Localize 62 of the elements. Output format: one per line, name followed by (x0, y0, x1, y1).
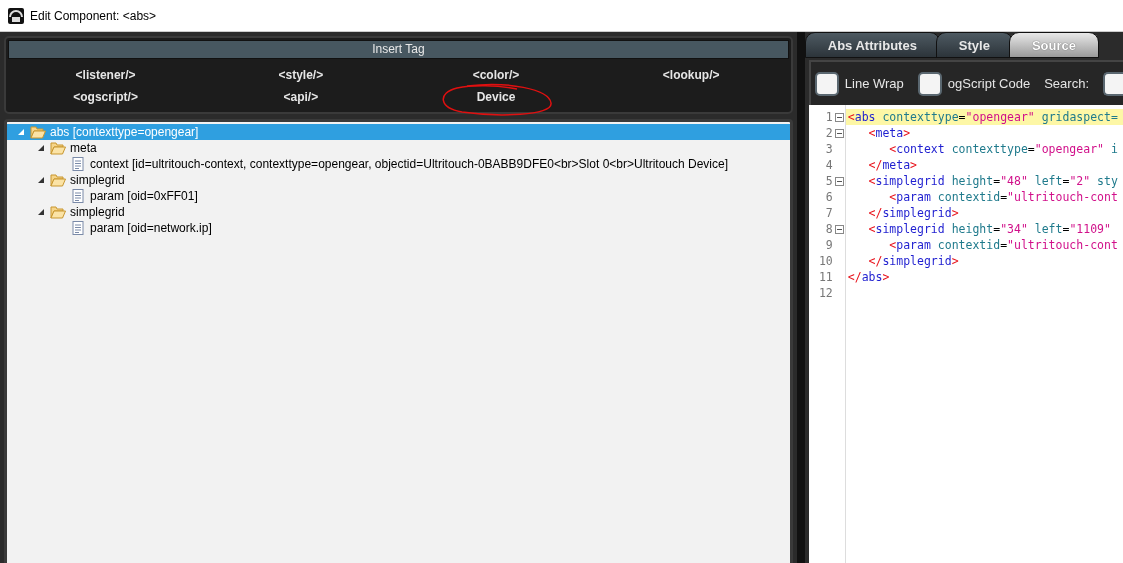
app-icon (8, 7, 24, 24)
line-number: 1 (825, 110, 833, 124)
checkbox-label: ogScript Code (947, 76, 1031, 91)
checkbox[interactable] (814, 71, 839, 96)
folder-icon (30, 125, 46, 139)
tree-item[interactable]: simplegrid (7, 204, 790, 220)
insert-tag-button[interactable]: <api/> (279, 89, 323, 105)
insert-tag-button[interactable]: <color/> (468, 67, 524, 83)
insert-tag-button[interactable]: <style/> (274, 67, 328, 83)
collapse-icon[interactable] (834, 176, 844, 186)
tab[interactable]: Style (935, 32, 1013, 58)
code-line: </abs> (847, 270, 890, 284)
tree-item[interactable]: param [oid=network.ip] (7, 220, 790, 236)
collapse-icon[interactable] (834, 224, 844, 234)
folder-icon (50, 205, 66, 219)
expand-arrow-icon[interactable] (37, 144, 45, 152)
window-title: Edit Component: <abs> (30, 8, 157, 23)
tab[interactable]: Abs Attributes (804, 32, 940, 58)
insert-tag-button[interactable]: <ogscript/> (69, 89, 142, 105)
expand-arrow-icon[interactable] (37, 208, 45, 216)
document-icon (70, 157, 86, 171)
panel-title: Insert Tag (8, 40, 789, 59)
tree-item[interactable]: meta (7, 140, 790, 156)
line-number: 8 (825, 222, 833, 236)
code-line: <param contextid="ultritouch-cont (888, 190, 1118, 204)
code-line: </simplegrid> (867, 206, 959, 220)
line-number: 11 (818, 270, 833, 284)
code-line: <simplegrid height="48" left="2" sty (867, 174, 1118, 188)
line-number: 12 (818, 286, 833, 300)
search-label: Search: (1044, 76, 1089, 91)
line-number: 2 (825, 126, 833, 140)
tree-item[interactable]: param [oid=0xFF01] (7, 188, 790, 204)
line-number: 5 (825, 174, 833, 188)
checkbox-label: Line Wrap (844, 76, 904, 91)
code-editor[interactable] (808, 105, 1123, 563)
code-line: </meta> (867, 158, 918, 172)
search-field[interactable] (1103, 71, 1123, 96)
tree-item[interactable]: simplegrid (7, 172, 790, 188)
code-line: <param contextid="ultritouch-cont (888, 238, 1118, 252)
checkbox[interactable] (917, 71, 942, 96)
document-icon (70, 189, 86, 203)
line-number: 6 (825, 190, 833, 204)
insert-tag-button[interactable]: <lookup/> (658, 67, 724, 83)
collapse-icon[interactable] (834, 112, 844, 122)
document-icon (70, 221, 86, 235)
line-number: 10 (818, 254, 833, 268)
code-line: <meta> (867, 126, 911, 140)
tree-item[interactable]: context [id=ultritouch-context, contexttype=opengear, objectid=Ultritouch-0BABB9DFE0<br>Slot 0<br>Ultritouch Device] (7, 156, 790, 172)
folder-icon (50, 173, 66, 187)
code-line: </simplegrid> (867, 254, 959, 268)
insert-tag-button[interactable]: Device (472, 89, 520, 105)
code-line: <context contexttype="opengear" i (888, 142, 1118, 156)
line-number: 4 (825, 158, 833, 172)
folder-icon (50, 141, 66, 155)
expand-arrow-icon[interactable] (37, 176, 45, 184)
insert-tag-button[interactable]: <listener/> (71, 67, 140, 83)
line-number: 9 (825, 238, 833, 252)
code-line: <abs contexttype="opengear" gridaspect= (847, 110, 1118, 124)
collapse-icon[interactable] (834, 128, 844, 138)
code-line: <simplegrid height="34" left="1109" (867, 222, 1111, 236)
line-number: 7 (825, 206, 833, 220)
line-number: 3 (825, 142, 833, 156)
